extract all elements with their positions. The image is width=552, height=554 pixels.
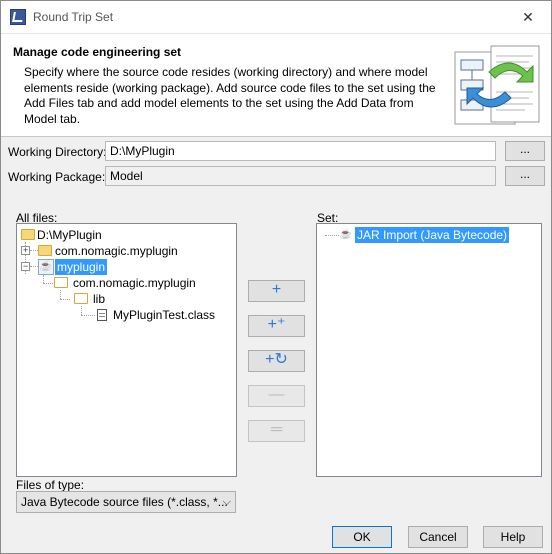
working-directory-field[interactable]: D:\MyPlugin	[105, 141, 496, 161]
remove-button[interactable]: —	[248, 385, 305, 407]
files-of-type-label: Files of type:	[16, 478, 85, 492]
close-button[interactable]: ✕	[513, 7, 543, 27]
round-trip-illustration-icon	[454, 45, 540, 125]
files-of-type-select[interactable]: Java Bytecode source files (*.class, *..…	[16, 491, 236, 513]
add-recursive-button[interactable]: +↻	[248, 350, 305, 372]
tree-node-mypluginTest-class[interactable]: MyPluginTest.class	[113, 307, 215, 323]
tree-node-com-nomagic-myplugin-2[interactable]: com.nomagic.myplugin	[73, 275, 196, 291]
tree-node-root[interactable]: D:\MyPlugin	[37, 227, 102, 243]
set-node-jar-import[interactable]: JAR Import (Java Bytecode)	[355, 227, 510, 243]
window-title: Round Trip Set	[33, 10, 114, 24]
cancel-button[interactable]: Cancel	[408, 526, 468, 548]
magicdraw-app-icon	[10, 9, 26, 25]
add-all-button[interactable]: +⁺	[248, 315, 305, 337]
collapse-icon[interactable]: −	[21, 262, 30, 271]
remove-all-button[interactable]: ═	[248, 420, 305, 442]
ok-button[interactable]: OK	[332, 526, 392, 548]
header-panel: Manage code engineering set Specify wher…	[1, 33, 551, 137]
folder-icon	[38, 245, 52, 256]
all-files-tree[interactable]: D:\MyPlugin + com.nomagic.myplugin − ☕ m…	[16, 223, 237, 477]
header-title: Manage code engineering set	[13, 45, 182, 59]
title-bar: Round Trip Set ✕	[1, 1, 551, 33]
tree-node-myplugin[interactable]: myplugin	[55, 259, 108, 275]
working-directory-label: Working Directory:	[8, 145, 107, 159]
working-directory-browse-button[interactable]: ...	[505, 141, 545, 161]
folder-open-icon	[54, 277, 68, 288]
chevron-down-icon: ⌵	[222, 496, 231, 508]
set-tree[interactable]: ☕ JAR Import (Java Bytecode)	[316, 223, 542, 477]
help-button[interactable]: Help	[483, 526, 543, 548]
folder-icon	[21, 229, 35, 240]
java-project-icon: ☕	[38, 259, 54, 275]
dialog-window: Round Trip Set ✕ Manage code engineering…	[0, 0, 552, 554]
tree-node-com-nomagic-myplugin[interactable]: com.nomagic.myplugin	[55, 243, 178, 259]
files-of-type-value: Java Bytecode source files (*.class, *..…	[21, 495, 228, 509]
jar-icon: ☕	[339, 229, 353, 240]
folder-open-icon	[74, 293, 88, 304]
working-package-browse-button[interactable]: ...	[505, 166, 545, 186]
add-button[interactable]: +	[248, 280, 305, 302]
header-description: Specify where the source code resides (w…	[24, 65, 436, 126]
working-package-label: Working Package:	[8, 170, 106, 184]
tree-node-lib[interactable]: lib	[93, 291, 105, 307]
class-file-icon	[97, 309, 107, 321]
expand-icon[interactable]: +	[21, 246, 30, 255]
working-package-field[interactable]: Model	[105, 166, 496, 186]
